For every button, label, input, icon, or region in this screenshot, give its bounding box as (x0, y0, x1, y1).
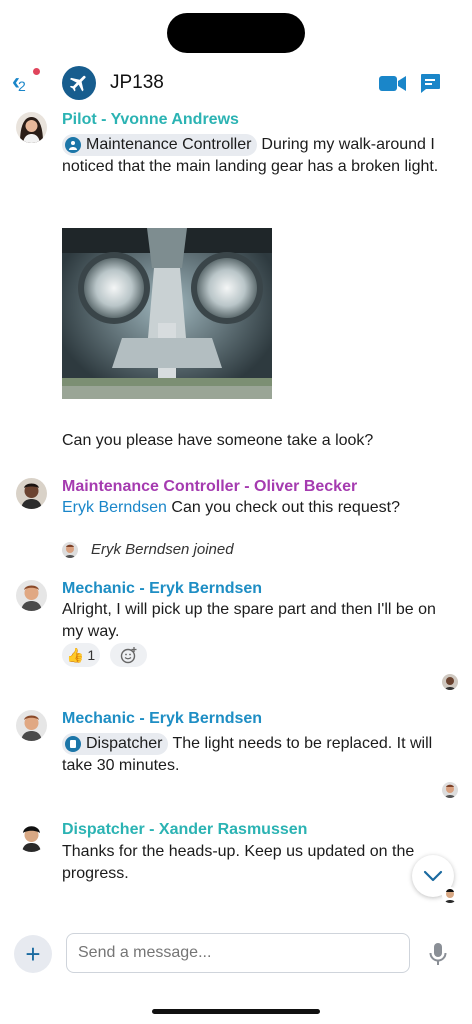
chevron-down-icon (423, 870, 443, 882)
add-reaction-button[interactable] (110, 643, 147, 667)
reaction-chip[interactable]: 👍 1 (62, 643, 100, 667)
read-receipt-avatar (442, 887, 458, 903)
avatar[interactable] (16, 821, 47, 852)
avatar (62, 542, 78, 558)
message-input[interactable] (66, 933, 410, 973)
sender-name[interactable]: Mechanic - Eryk Berndsen (62, 710, 262, 728)
chip-label: Dispatcher (86, 735, 163, 752)
user-mention[interactable]: Eryk Berndsen (62, 499, 167, 516)
person-icon (65, 137, 81, 153)
message-text: Maintenance Controller During my walk-aro… (62, 134, 442, 178)
read-receipt-avatar (442, 674, 458, 690)
dynamic-island (167, 13, 305, 53)
back-button[interactable]: ‹ 2 (12, 68, 40, 94)
avatar[interactable] (16, 478, 47, 509)
reaction-count: 1 (87, 647, 96, 663)
dispatcher-icon (65, 736, 81, 752)
sender-name[interactable]: Dispatcher - Xander Rasmussen (62, 821, 307, 839)
chip-label: Maintenance Controller (86, 136, 252, 153)
microphone-icon[interactable] (428, 942, 448, 966)
room-title[interactable]: JP138 (110, 72, 164, 94)
chat-bubble-icon[interactable] (418, 71, 442, 95)
sender-name[interactable]: Maintenance Controller - Oliver Becker (62, 478, 357, 496)
avatar[interactable] (16, 112, 47, 143)
message-text: Dispatcher The light needs to be replaced… (62, 733, 442, 777)
read-receipt-avatar (442, 782, 458, 798)
plus-icon: + (25, 938, 41, 969)
airplane-icon (69, 75, 86, 92)
role-chip[interactable]: Maintenance Controller (62, 134, 258, 156)
avatar[interactable] (16, 710, 47, 741)
notification-dot (33, 68, 40, 75)
message-text: Eryk Berndsen Can you check out this req… (62, 497, 442, 519)
message-composer: + (0, 925, 472, 985)
thumbs-up-icon: 👍 (66, 646, 85, 663)
video-camera-icon[interactable] (378, 71, 408, 95)
message-text: Can you please have someone take a look? (62, 432, 374, 449)
message-text: Alright, I will pick up the spare part a… (62, 601, 436, 640)
message-text: Thanks for the heads-up. Keep us updated… (62, 843, 415, 882)
message-body: Can you check out this request? (171, 499, 400, 516)
role-chip[interactable]: Dispatcher (62, 733, 169, 755)
system-text: Eryk Berndsen joined (91, 541, 234, 558)
room-avatar[interactable] (62, 66, 96, 100)
sender-name[interactable]: Mechanic - Eryk Berndsen (62, 580, 262, 598)
sender-name[interactable]: Pilot - Yvonne Andrews (62, 111, 239, 129)
landing-gear-photo[interactable] (62, 228, 272, 399)
add-attachment-button[interactable]: + (14, 935, 52, 973)
home-indicator (152, 1009, 320, 1014)
chat-header: ‹ 2 JP138 (0, 60, 472, 106)
add-emoji-icon (120, 647, 136, 664)
unread-count: 2 (18, 78, 26, 94)
avatar[interactable] (16, 580, 47, 611)
